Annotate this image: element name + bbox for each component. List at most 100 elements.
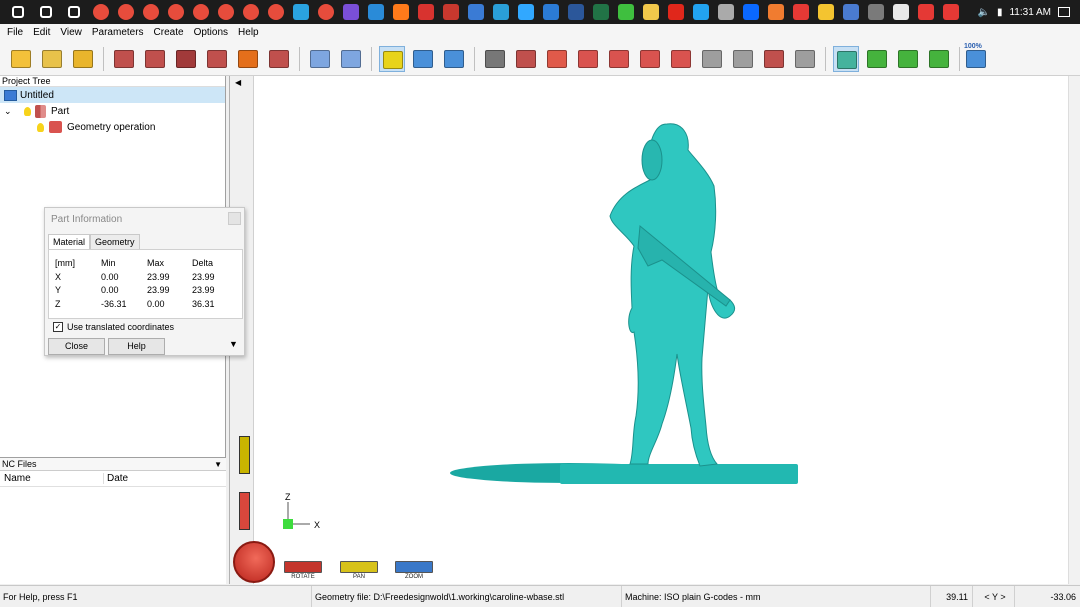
close-icon[interactable] xyxy=(228,212,241,225)
view-back-icon[interactable] xyxy=(668,46,694,72)
menu-file[interactable]: File xyxy=(2,27,28,38)
zoom-window-icon[interactable] xyxy=(926,46,952,72)
zalo-icon[interactable] xyxy=(742,4,759,20)
app-icon[interactable] xyxy=(842,4,859,20)
menu-help[interactable]: Help xyxy=(233,27,264,38)
app-icon[interactable] xyxy=(417,4,434,20)
drill-icon[interactable] xyxy=(204,46,230,72)
snapshot2-icon[interactable] xyxy=(792,46,818,72)
telegram-icon[interactable] xyxy=(292,4,309,20)
viewport-scrollbar[interactable] xyxy=(1068,76,1080,584)
snapshot-icon[interactable] xyxy=(761,46,787,72)
app-icon[interactable] xyxy=(767,4,784,20)
new-file-icon[interactable] xyxy=(8,46,34,72)
pan-button[interactable] xyxy=(340,561,378,573)
tab-geometry[interactable]: Geometry xyxy=(90,234,140,249)
menu-create[interactable]: Create xyxy=(149,27,189,38)
app-icon[interactable] xyxy=(367,4,384,20)
zoom-search-icon[interactable] xyxy=(338,46,364,72)
rotate-view-icon[interactable] xyxy=(833,46,859,72)
menu-options[interactable]: Options xyxy=(189,27,233,38)
chrome-icon[interactable] xyxy=(117,4,134,20)
tree-item-geometry-operation[interactable]: Geometry operation xyxy=(0,119,225,135)
view-cube-icon[interactable] xyxy=(513,46,539,72)
chrome-icon[interactable] xyxy=(92,4,109,20)
app-icon[interactable] xyxy=(867,4,884,20)
app-icon[interactable] xyxy=(492,4,509,20)
task-view-icon[interactable] xyxy=(68,6,80,18)
info-icon[interactable] xyxy=(379,46,405,72)
windows-start-icon[interactable] xyxy=(12,6,24,18)
notification-icon[interactable] xyxy=(1058,7,1070,17)
app-icon[interactable] xyxy=(817,4,834,20)
word-icon[interactable] xyxy=(567,4,584,20)
view-top-icon[interactable] xyxy=(606,46,632,72)
help-button[interactable]: Help xyxy=(108,338,165,355)
rotate-button[interactable] xyxy=(284,561,322,573)
view-bottom-icon[interactable] xyxy=(699,46,725,72)
view-left-icon[interactable] xyxy=(730,46,756,72)
app-icon[interactable] xyxy=(542,4,559,20)
app-icon[interactable] xyxy=(717,4,734,20)
speaker-icon[interactable]: 🔈 xyxy=(978,7,990,18)
layout-icon[interactable] xyxy=(410,46,436,72)
vscode-icon[interactable] xyxy=(692,4,709,20)
pipette-icon[interactable] xyxy=(142,46,168,72)
chrome-icon[interactable] xyxy=(217,4,234,20)
media-icon[interactable] xyxy=(342,4,359,20)
expand-arrow-icon[interactable]: ▼ xyxy=(229,339,238,349)
material-icon[interactable] xyxy=(307,46,333,72)
chrome-icon[interactable] xyxy=(167,4,184,20)
tree-item-part[interactable]: ⌄ Part xyxy=(0,103,225,119)
zoom-100-icon[interactable]: 100% xyxy=(963,43,989,72)
column-header-name[interactable]: Name xyxy=(0,473,104,484)
clock[interactable]: 11:31 AM xyxy=(1009,7,1051,18)
export-icon[interactable] xyxy=(266,46,292,72)
folder-icon[interactable] xyxy=(642,4,659,20)
chrome-icon[interactable] xyxy=(317,4,334,20)
app-icon[interactable] xyxy=(917,4,934,20)
app-icon[interactable] xyxy=(442,4,459,20)
d-tool-icon[interactable] xyxy=(235,46,261,72)
save-icon[interactable] xyxy=(70,46,96,72)
photoshop-icon[interactable] xyxy=(517,4,534,20)
window-icon[interactable] xyxy=(441,46,467,72)
close-button[interactable]: Close xyxy=(48,338,105,355)
app-icon[interactable] xyxy=(467,4,484,20)
view-side-icon[interactable] xyxy=(575,46,601,72)
tree-root-untitled[interactable]: Untitled xyxy=(0,87,225,103)
search-icon[interactable] xyxy=(40,6,52,18)
acrobat-icon[interactable] xyxy=(667,4,684,20)
probe-icon[interactable] xyxy=(173,46,199,72)
tab-material[interactable]: Material xyxy=(48,234,91,249)
camera-icon[interactable] xyxy=(482,46,508,72)
chrome-icon[interactable] xyxy=(142,4,159,20)
pan-icon[interactable] xyxy=(864,46,890,72)
3d-viewport[interactable]: ◀ Z X ROTATE PAN ZOOM xyxy=(229,76,1080,584)
view-front-icon[interactable] xyxy=(544,46,570,72)
dropdown-arrow-icon[interactable]: ▼ xyxy=(214,460,222,469)
app-icon[interactable] xyxy=(892,4,909,20)
network-icon[interactable]: ▮ xyxy=(997,7,1003,18)
zoom-button[interactable] xyxy=(395,561,433,573)
menu-edit[interactable]: Edit xyxy=(28,27,55,38)
chrome-icon[interactable] xyxy=(192,4,209,20)
bulb-icon[interactable] xyxy=(37,122,44,132)
menu-parameters[interactable]: Parameters xyxy=(87,27,149,38)
zoom-in-icon[interactable] xyxy=(895,46,921,72)
use-translated-coordinates-checkbox[interactable]: ✓ Use translated coordinates xyxy=(53,322,174,332)
bulb-icon[interactable] xyxy=(24,106,31,116)
app-icon[interactable] xyxy=(392,4,409,20)
chrome-icon[interactable] xyxy=(242,4,259,20)
rotate-dial-icon[interactable] xyxy=(233,541,275,583)
app-icon[interactable] xyxy=(942,4,959,20)
open-folder-icon[interactable] xyxy=(39,46,65,72)
checkbox-checked-icon[interactable]: ✓ xyxy=(53,322,63,332)
chrome-icon[interactable] xyxy=(267,4,284,20)
app-icon[interactable] xyxy=(792,4,809,20)
import-icon[interactable] xyxy=(111,46,137,72)
menu-view[interactable]: View xyxy=(55,27,87,38)
view-iso-icon[interactable] xyxy=(637,46,663,72)
excel-icon[interactable] xyxy=(592,4,609,20)
column-header-date[interactable]: Date xyxy=(104,473,128,484)
